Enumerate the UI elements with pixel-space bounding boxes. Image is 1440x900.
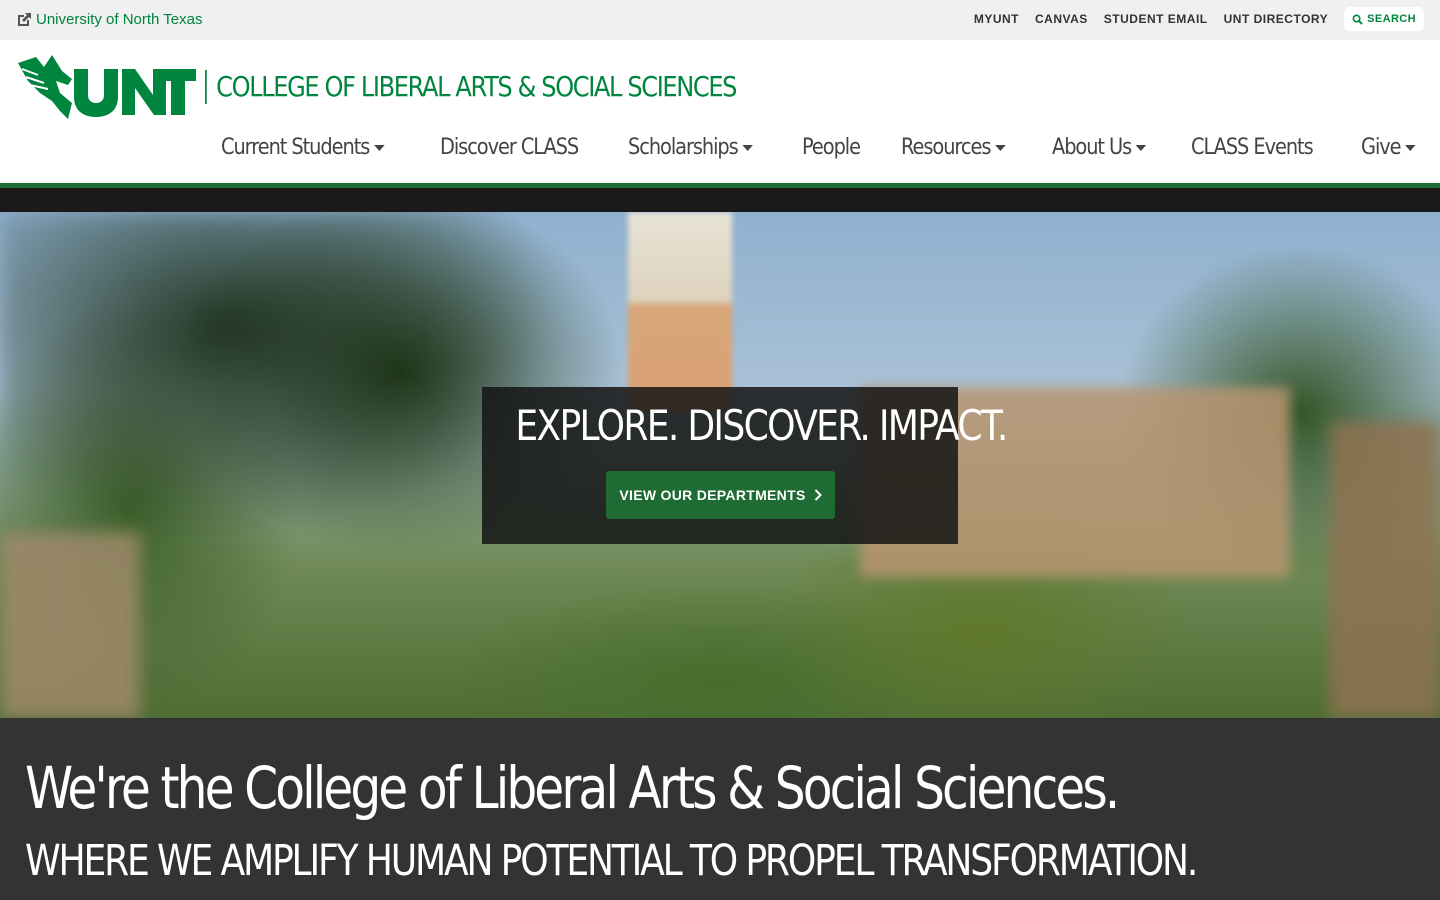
- nav-resources-label: Resources: [901, 135, 991, 160]
- main-nav: Current Students Discover CLASS Scholars…: [221, 135, 1423, 160]
- intro-subheading: WHERE WE AMPLIFY HUMAN POTENTIAL TO PROP…: [25, 836, 1198, 886]
- hero-tree-shadow: [0, 212, 560, 542]
- nav-current-students[interactable]: Current Students: [221, 135, 385, 160]
- search-icon: [1352, 14, 1363, 25]
- nav-discover-class[interactable]: Discover CLASS: [439, 135, 579, 160]
- nav-about-us-label: About Us: [1051, 135, 1132, 160]
- view-departments-label: VIEW OUR DEPARTMENTS: [619, 487, 806, 503]
- nav-discover-class-label: Discover CLASS: [439, 135, 579, 160]
- caret-down-icon: [742, 144, 754, 151]
- nav-class-events[interactable]: CLASS Events: [1190, 135, 1314, 160]
- caret-down-icon: [373, 144, 385, 151]
- dark-strip: [0, 188, 1440, 212]
- view-departments-button[interactable]: VIEW OUR DEPARTMENTS: [606, 471, 835, 519]
- hero-left-wall: [0, 532, 140, 718]
- caret-down-icon: [1135, 144, 1146, 151]
- intro-section: We're the College of Liberal Arts & Soci…: [0, 718, 1440, 900]
- nav-give[interactable]: Give: [1360, 135, 1416, 160]
- caret-down-icon: [1404, 144, 1416, 151]
- nav-current-students-label: Current Students: [221, 135, 370, 160]
- nav-scholarships[interactable]: Scholarships: [628, 135, 754, 160]
- hero-clock-tower: [628, 212, 732, 412]
- search-label: SEARCH: [1367, 13, 1416, 25]
- external-link-icon: [18, 12, 31, 26]
- unt-home-label: University of North Texas: [36, 11, 203, 28]
- nav-about-us[interactable]: About Us: [1052, 135, 1146, 160]
- nav-give-label: Give: [1360, 135, 1402, 160]
- nav-resources[interactable]: Resources: [901, 135, 1006, 160]
- unt-home-link[interactable]: University of North Texas: [16, 11, 202, 28]
- nav-people-label: People: [802, 135, 861, 160]
- utility-bar: University of North Texas MYUNT CANVAS S…: [0, 0, 1440, 40]
- search-button[interactable]: SEARCH: [1344, 7, 1424, 31]
- nav-class-events-label: CLASS Events: [1190, 135, 1314, 160]
- utility-link-myunt[interactable]: MYUNT: [974, 12, 1019, 26]
- caret-down-icon: [994, 144, 1006, 151]
- hero-callout: EXPLORE. DISCOVER. IMPACT. VIEW OUR DEPA…: [482, 387, 1008, 544]
- utility-link-student-email[interactable]: STUDENT EMAIL: [1104, 12, 1208, 26]
- utility-link-canvas[interactable]: CANVAS: [1035, 12, 1088, 26]
- nav-people[interactable]: People: [802, 135, 861, 160]
- site-header: COLLEGE OF LIBERAL ARTS & SOCIAL SCIENCE…: [0, 40, 1440, 183]
- utility-links: MYUNT CANVAS STUDENT EMAIL UNT DIRECTORY…: [974, 7, 1424, 31]
- unt-eagle-logo[interactable]: [16, 53, 196, 123]
- college-title[interactable]: COLLEGE OF LIBERAL ARTS & SOCIAL SCIENCE…: [205, 70, 737, 104]
- intro-heading: We're the College of Liberal Arts & Soci…: [25, 754, 1120, 822]
- hero-right-wall: [1330, 422, 1440, 718]
- nav-scholarships-label: Scholarships: [628, 135, 739, 160]
- utility-link-unt-directory[interactable]: UNT DIRECTORY: [1224, 12, 1329, 26]
- hero-headline: EXPLORE. DISCOVER. IMPACT.: [515, 401, 1008, 450]
- chevron-right-icon: [814, 489, 822, 501]
